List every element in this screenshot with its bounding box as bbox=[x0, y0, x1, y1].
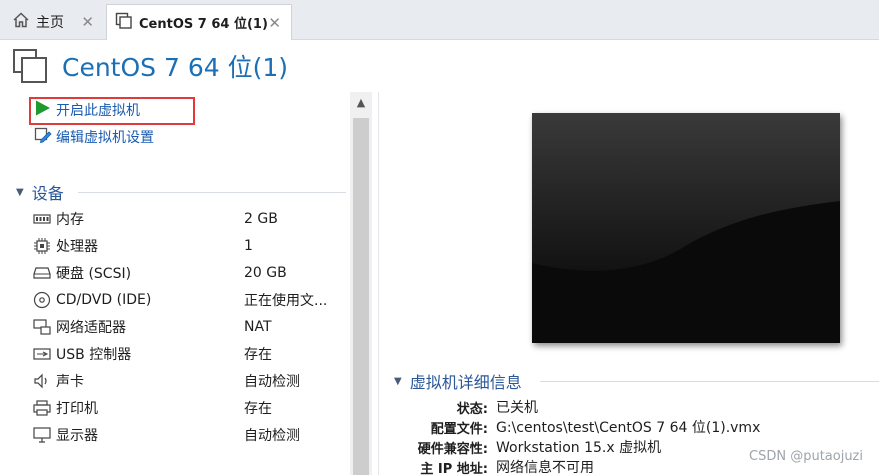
detail-value-compatibility: Workstation 15.x 虚拟机 bbox=[496, 440, 662, 456]
collapse-icon: ▼ bbox=[394, 375, 402, 387]
tab-bar: 主页 ✕ CentOS 7 64 位(1) ✕ bbox=[0, 0, 879, 40]
usb-icon bbox=[32, 345, 52, 363]
edit-vm-settings-label: 编辑虚拟机设置 bbox=[56, 130, 154, 146]
edit-settings-icon bbox=[34, 126, 52, 148]
device-value: 自动检测 bbox=[244, 428, 300, 444]
detail-value-status: 已关机 bbox=[496, 400, 538, 416]
left-pane-scrollbar[interactable]: ▲ bbox=[350, 92, 372, 475]
vm-details-section-header[interactable]: ▼ 虚拟机详细信息 bbox=[394, 370, 522, 392]
scroll-up-icon[interactable]: ▲ bbox=[350, 96, 372, 114]
tab-vm[interactable]: CentOS 7 64 位(1) ✕ bbox=[106, 4, 292, 40]
device-value: 存在 bbox=[244, 401, 272, 417]
network-icon bbox=[32, 318, 52, 336]
device-name: 网络适配器 bbox=[56, 320, 126, 336]
device-row-usb[interactable]: USB 控制器 存在 bbox=[32, 342, 342, 366]
speaker-icon bbox=[32, 372, 52, 390]
device-name: 打印机 bbox=[56, 401, 98, 417]
device-value: 1 bbox=[244, 238, 253, 254]
detail-value-ip-address: 网络信息不可用 bbox=[496, 460, 594, 475]
detail-key-config-file: 配置文件: bbox=[430, 422, 488, 437]
close-icon[interactable]: ✕ bbox=[268, 14, 281, 32]
detail-key-status: 状态: bbox=[456, 402, 488, 417]
device-name: 声卡 bbox=[56, 374, 84, 390]
detail-value-config-file: G:\centos\test\CentOS 7 64 位(1).vmx bbox=[496, 420, 761, 436]
close-icon[interactable]: ✕ bbox=[81, 13, 94, 31]
device-row-processor[interactable]: 处理器 1 bbox=[32, 234, 342, 258]
device-name: USB 控制器 bbox=[56, 347, 132, 363]
device-row-memory[interactable]: 内存 2 GB bbox=[32, 207, 342, 231]
device-value: 2 GB bbox=[244, 211, 278, 227]
vm-details-header-label: 虚拟机详细信息 bbox=[409, 373, 522, 392]
vm-icon bbox=[115, 12, 133, 34]
device-value: 存在 bbox=[244, 347, 272, 363]
vm-preview-thumbnail[interactable] bbox=[532, 113, 840, 343]
devices-section-header[interactable]: ▼ 设备 bbox=[16, 180, 64, 204]
device-value: NAT bbox=[244, 319, 272, 335]
device-row-sound[interactable]: 声卡 自动检测 bbox=[32, 369, 342, 393]
harddisk-icon bbox=[32, 264, 52, 282]
monitor-icon bbox=[32, 426, 52, 444]
device-row-network[interactable]: 网络适配器 NAT bbox=[32, 315, 342, 339]
device-name: 硬盘 (SCSI) bbox=[56, 266, 132, 282]
printer-icon bbox=[32, 399, 52, 417]
device-name: 显示器 bbox=[56, 428, 98, 444]
detail-key-ip-address: 主 IP 地址: bbox=[420, 462, 488, 475]
vm-summary-pane: 开启此虚拟机 编辑虚拟机设置 ▼ 设备 内存 2 GB 处理器 1 硬盘 (SC… bbox=[0, 92, 372, 475]
home-icon bbox=[12, 11, 30, 33]
page-title: CentOS 7 64 位(1) bbox=[62, 53, 289, 82]
device-row-harddisk[interactable]: 硬盘 (SCSI) 20 GB bbox=[32, 261, 342, 285]
tab-label: 主页 bbox=[36, 15, 64, 31]
watermark-text: CSDN @putaojuzi bbox=[749, 449, 863, 464]
device-value: 正在使用文... bbox=[244, 293, 328, 309]
scroll-thumb[interactable] bbox=[353, 118, 369, 475]
section-divider bbox=[540, 381, 879, 382]
tab-home[interactable]: 主页 ✕ bbox=[4, 4, 104, 40]
cpu-icon bbox=[32, 237, 52, 255]
device-name: 内存 bbox=[56, 212, 84, 228]
devices-header-label: 设备 bbox=[31, 184, 64, 203]
device-value: 自动检测 bbox=[244, 374, 300, 390]
device-row-display[interactable]: 显示器 自动检测 bbox=[32, 423, 342, 447]
edit-vm-settings-button[interactable]: 编辑虚拟机设置 bbox=[34, 126, 154, 148]
memory-icon bbox=[32, 210, 52, 228]
tab-label: CentOS 7 64 位(1) bbox=[139, 17, 268, 32]
collapse-icon: ▼ bbox=[16, 186, 24, 198]
play-icon bbox=[34, 99, 52, 121]
device-name: 处理器 bbox=[56, 239, 98, 255]
detail-key-compatibility: 硬件兼容性: bbox=[417, 442, 488, 457]
preview-wave-graphic bbox=[532, 113, 840, 343]
section-divider bbox=[78, 192, 346, 193]
start-vm-label: 开启此虚拟机 bbox=[56, 103, 140, 119]
device-value: 20 GB bbox=[244, 265, 287, 281]
vm-icon bbox=[12, 48, 48, 84]
device-name: CD/DVD (IDE) bbox=[56, 292, 152, 308]
start-vm-button[interactable]: 开启此虚拟机 bbox=[34, 99, 140, 121]
device-row-printer[interactable]: 打印机 存在 bbox=[32, 396, 342, 420]
vm-title-bar: CentOS 7 64 位(1) bbox=[0, 40, 879, 92]
cd-dvd-icon bbox=[32, 291, 52, 309]
device-row-cd-dvd[interactable]: CD/DVD (IDE) 正在使用文... bbox=[32, 288, 342, 312]
